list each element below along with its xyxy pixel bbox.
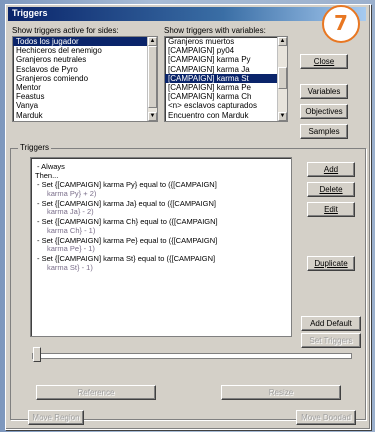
sides-label: Show triggers active for sides: xyxy=(12,26,119,35)
close-label: Close xyxy=(313,57,335,66)
duplicate-label: Duplicate xyxy=(314,259,348,268)
scroll-down-icon[interactable]: ▼ xyxy=(148,112,157,121)
sides-scrollbar[interactable]: ▲ ▼ xyxy=(147,37,157,121)
set-triggers-button[interactable]: Set Triggers xyxy=(301,333,361,348)
trigger-action-continued: karma Pe} - 1) xyxy=(47,244,95,253)
move-doodad-button[interactable]: Move Doodad xyxy=(296,410,356,425)
triggers-group-label: Triggers xyxy=(18,143,52,152)
scroll-down-icon[interactable]: ▼ xyxy=(278,112,287,121)
scroll-up-icon[interactable]: ▲ xyxy=(148,37,157,46)
set-triggers-label: Set Triggers xyxy=(309,336,353,345)
reference-label: Reference xyxy=(77,388,115,397)
list-item[interactable]: Vanya xyxy=(13,101,157,110)
edit-label: Edit xyxy=(324,205,338,214)
list-item[interactable]: [CAMPAIGN] karma St xyxy=(165,73,287,83)
title-bar: Triggers xyxy=(8,7,366,21)
window-title: Triggers xyxy=(12,8,48,18)
variables-scrollbar[interactable]: ▲ ▼ xyxy=(277,37,287,121)
list-item[interactable]: Mentor xyxy=(13,83,157,92)
list-item[interactable]: [CAMPAIGN] karma Py xyxy=(165,55,287,64)
add-button[interactable]: Add xyxy=(307,162,355,177)
add-default-button[interactable]: Add Default xyxy=(301,316,361,331)
resize-button[interactable]: Resize xyxy=(221,385,341,400)
list-item[interactable]: Granjeros comiendo xyxy=(13,74,157,83)
trigger-action-continued: karma Ja} - 2) xyxy=(47,207,94,216)
scroll-thumb[interactable] xyxy=(148,46,157,108)
samples-button[interactable]: Samples xyxy=(300,124,348,139)
list-item[interactable]: [CAMPAIGN] karma Ch xyxy=(165,92,287,101)
resize-label: Resize xyxy=(268,388,294,397)
list-item[interactable]: Granjeros muertos xyxy=(165,37,287,46)
add-label: Add xyxy=(323,165,339,174)
move-region-button[interactable]: Move Region xyxy=(28,410,84,425)
duplicate-button[interactable]: Duplicate xyxy=(307,256,355,271)
trigger-list[interactable]: - Always Then... - Set {[CAMPAIGN] karma… xyxy=(30,157,292,337)
list-item[interactable]: <n> esclavos capturados xyxy=(165,101,287,110)
list-item[interactable]: Esclavos de Pyro xyxy=(13,65,157,74)
samples-label: Samples xyxy=(308,127,340,136)
list-item[interactable]: [CAMPAIGN] karma Ja xyxy=(165,65,287,74)
list-item[interactable]: Granjeros neutrales xyxy=(13,55,157,64)
delete-button[interactable]: Delete xyxy=(307,182,355,197)
variables-listbox[interactable]: Granjeros muertos [CAMPAIGN] py04 [CAMPAIG… xyxy=(164,36,288,122)
list-item[interactable]: Encuentro con Marduk xyxy=(165,111,287,120)
add-default-label: Add Default xyxy=(310,319,352,328)
scroll-thumb[interactable] xyxy=(278,67,287,89)
trigger-slider-thumb[interactable] xyxy=(33,347,41,362)
step-number-badge: 7 xyxy=(322,5,360,43)
list-item[interactable]: [CAMPAIGN] py04 xyxy=(165,46,287,55)
trigger-condition: - Always xyxy=(37,162,65,171)
delete-label: Delete xyxy=(319,185,343,194)
list-item[interactable]: Hechiceros del enemigo xyxy=(13,46,157,55)
trigger-then: Then... xyxy=(35,171,59,180)
list-item[interactable]: Todos los jugador xyxy=(13,37,157,47)
scroll-up-icon[interactable]: ▲ xyxy=(278,37,287,46)
trigger-action-continued: karma St} - 1) xyxy=(47,262,93,272)
list-item[interactable]: Marduk xyxy=(13,111,157,120)
objectives-button[interactable]: Objectives xyxy=(300,104,348,119)
list-item[interactable]: [CAMPAIGN] karma Pe xyxy=(165,83,287,92)
move-region-label: Move Region xyxy=(32,413,80,422)
trigger-slider-track[interactable] xyxy=(32,353,352,359)
variables-label: Show triggers with variables: xyxy=(164,26,266,35)
reference-button[interactable]: Reference xyxy=(36,385,156,400)
close-button[interactable]: Close xyxy=(300,54,348,69)
triggers-dialog: Triggers Show triggers active for sides:… xyxy=(5,4,371,430)
variables-button[interactable]: Variables xyxy=(300,84,348,99)
sides-listbox[interactable]: Todos los jugador Hechiceros del enemigo G… xyxy=(12,36,158,122)
objectives-label: Objectives xyxy=(305,107,343,116)
trigger-action-continued: karma Py} + 2) xyxy=(47,188,97,198)
variables-label-btn: Variables xyxy=(307,87,341,96)
edit-button[interactable]: Edit xyxy=(307,202,355,217)
move-doodad-label: Move Doodad xyxy=(301,413,351,422)
trigger-action-continued: karma Ch} - 1) xyxy=(47,225,96,235)
list-item[interactable]: Feastus xyxy=(13,92,157,101)
